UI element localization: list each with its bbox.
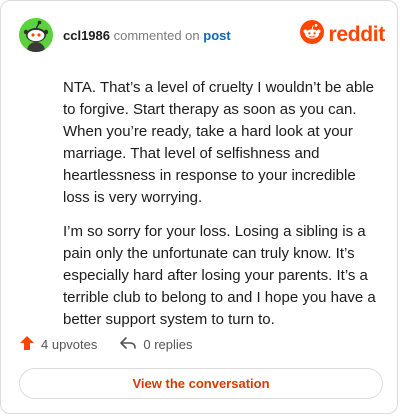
replies-count: 0 replies [143, 336, 193, 352]
reddit-wordmark: reddit [328, 22, 385, 46]
reply-button[interactable]: 0 replies [119, 335, 193, 354]
comment-actions: 4 upvotes 0 replies [19, 334, 215, 354]
snoo-avatar-icon[interactable] [19, 18, 53, 52]
reply-arrow-icon [119, 335, 143, 354]
comment-paragraph: I’m so sorry for your loss. Losing a sib… [63, 223, 376, 328]
reddit-brand[interactable]: reddit [300, 20, 385, 49]
view-conversation-button[interactable]: View the conversation [19, 368, 383, 399]
comment-meta: ccl1986 commented on post [63, 28, 231, 43]
comment-card: ccl1986 commented on post reddit NTA. Th… [0, 0, 398, 414]
upvote-arrow-icon [19, 335, 41, 354]
comment-username[interactable]: ccl1986 [63, 28, 110, 43]
comment-paragraph: NTA. That’s a level of cruelty I wouldn’… [63, 79, 374, 206]
comment-body: NTA. That’s a level of cruelty I wouldn’… [63, 77, 381, 343]
upvotes-count: 4 upvotes [41, 336, 98, 352]
post-link[interactable]: post [203, 28, 230, 43]
reddit-logo-icon [300, 20, 325, 49]
comment-header: ccl1986 commented on post reddit [19, 18, 385, 52]
comment-action-text: commented on [113, 27, 200, 43]
upvote-button[interactable]: 4 upvotes [19, 335, 97, 354]
